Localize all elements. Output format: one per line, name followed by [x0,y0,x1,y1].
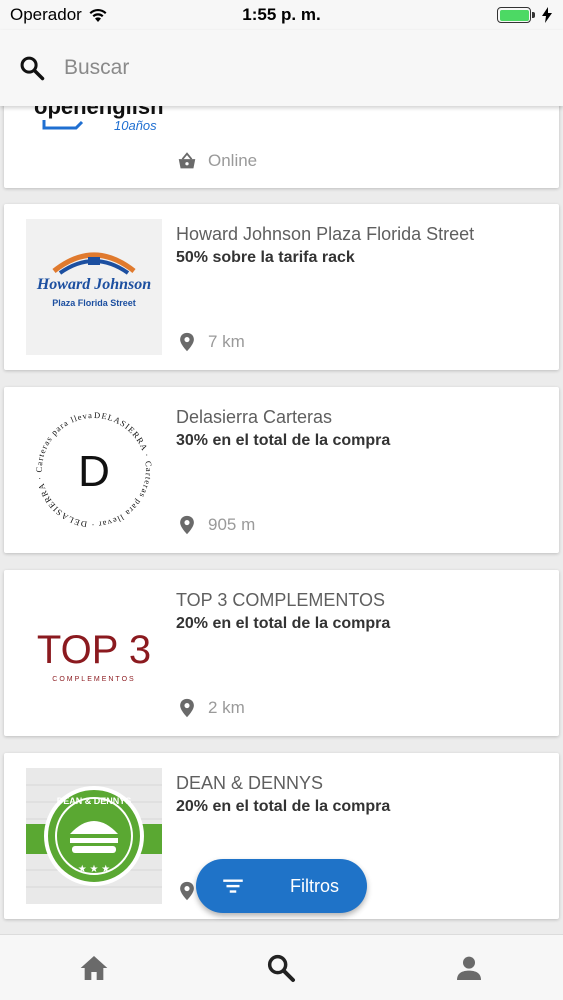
openenglish-logo: openenglish 10años [26,106,166,146]
location-pin-icon [180,515,194,535]
search-bar [0,30,563,106]
dean-stars: ★ ★ ★ [78,864,110,875]
person-icon [457,956,482,980]
results-list: openenglish 10años Online Howard Johnson [0,106,563,934]
dean-dennys-logo: DEAN & DENNYS ★ ★ ★ [26,768,162,904]
search-icon[interactable] [18,54,46,82]
status-left: Operador [10,5,108,25]
top3-logo: TOP 3 COMPLEMENTOS [26,585,162,721]
delasierra-letter: D [78,447,110,496]
filters-button[interactable]: Filtros [196,859,367,913]
location-pin-icon [180,881,194,901]
hj-logo-line1: Howard Johnson [36,276,151,293]
bottom-nav [0,934,563,1000]
card-offer: 30% en el total de la compra [176,432,391,449]
status-bar: Operador 1:55 p. m. [0,0,563,30]
top3-logo-sub: COMPLEMENTOS [52,676,135,683]
hj-logo-line2: Plaza Florida Street [52,298,136,308]
search-input[interactable] [64,56,524,80]
card-meta-text: Online [208,151,258,170]
list-item[interactable]: Howard Johnson Plaza Florida Street Howa… [4,204,559,370]
top3-logo-main: TOP 3 [37,628,151,672]
nav-home[interactable] [64,938,124,998]
card-distance: 7 km [208,332,245,351]
nav-profile[interactable] [439,938,499,998]
home-icon [80,955,108,980]
card-name: Howard Johnson Plaza Florida Street [176,224,475,244]
card-meta: 2 km [176,697,245,719]
wifi-icon [89,8,107,22]
filter-icon [223,879,243,893]
card-meta: 7 km [176,331,245,353]
charging-bolt-icon [542,7,552,23]
list-item[interactable]: TOP 3 COMPLEMENTOS TOP 3 COMPLEMENTOS 20… [4,570,559,736]
battery-icon [497,7,535,23]
carrier-label: Operador [10,5,82,24]
openenglish-logo-badge: 10años [114,118,157,133]
card-name: TOP 3 COMPLEMENTOS [176,590,386,610]
filters-button-label: Filtros [290,875,339,896]
card-distance: 2 km [208,698,245,717]
card-offer: 20% en el total de la compra [176,615,391,632]
delasierra-logo: DELASIERRA · Carteras para llevar · DELA… [26,402,162,538]
card-offer: 50% sobre la tarifa rack [176,249,355,266]
list-item-openenglish[interactable]: openenglish 10años Online [4,106,559,188]
basket-icon [178,152,196,169]
card-name: DEAN & DENNYS [176,773,324,793]
card-meta: 905 m [176,514,255,536]
location-pin-icon [180,332,194,352]
status-right [497,7,553,23]
card-name: Delasierra Carteras [176,407,333,427]
location-pin-icon [180,698,194,718]
card-offer: 20% en el total de la compra [176,798,391,815]
dean-ribbon-text: DEAN & DENNYS [57,796,132,806]
nav-search[interactable] [251,938,311,998]
list-item[interactable]: DELASIERRA · Carteras para llevar · DELA… [4,387,559,553]
card-meta: Online [176,150,257,172]
search-icon [268,954,296,982]
howard-johnson-logo: Howard Johnson Plaza Florida Street [26,219,162,355]
card-distance: 905 m [208,515,256,534]
